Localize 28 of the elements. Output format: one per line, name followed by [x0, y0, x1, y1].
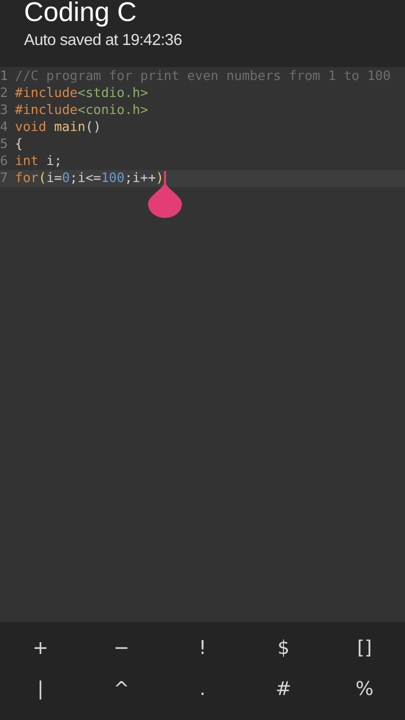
app-title: Coding C	[24, 0, 138, 27]
code-line: int i;	[15, 153, 62, 170]
symbol-key[interactable]: −	[81, 627, 162, 668]
code-line: {	[15, 136, 23, 153]
code-line: void main()	[15, 119, 102, 136]
symbol-key[interactable]: |	[0, 668, 81, 710]
symbol-key[interactable]: ^	[81, 668, 162, 710]
code-line: #include<conio.h>	[15, 102, 148, 119]
code-editor[interactable]: 1 //C program for print even numbers from 1 to 100 2 #include<stdio.h> 3 #include<conio.h> 4 void main() 5 { 6 int i; 7 for(i=0;i<=100;i++)	[0, 67, 405, 622]
symbol-key[interactable]: %	[324, 668, 405, 710]
cursor-handle-icon[interactable]	[148, 182, 182, 218]
symbol-key[interactable]: .	[162, 668, 243, 710]
line-number: 2	[0, 85, 9, 102]
code-line: //C program for print even numbers from 1 to 100	[15, 68, 391, 85]
line-number: 5	[0, 136, 9, 153]
line-number: 7	[0, 170, 9, 187]
symbol-key[interactable]: !	[162, 627, 243, 668]
line-number: 1	[0, 68, 9, 85]
symbol-key[interactable]: []	[324, 627, 405, 668]
code-line: for(i=0;i<=100;i++)	[15, 170, 164, 187]
code-line: #include<stdio.h>	[15, 85, 148, 102]
symbol-key[interactable]: $	[243, 627, 324, 668]
line-number: 6	[0, 153, 9, 170]
autosave-status: Auto saved at 19:42:36	[24, 32, 183, 50]
line-number: 4	[0, 119, 9, 136]
line-number: 3	[0, 102, 9, 119]
symbol-key[interactable]: #	[243, 668, 324, 710]
symbol-key[interactable]: +	[0, 627, 81, 668]
